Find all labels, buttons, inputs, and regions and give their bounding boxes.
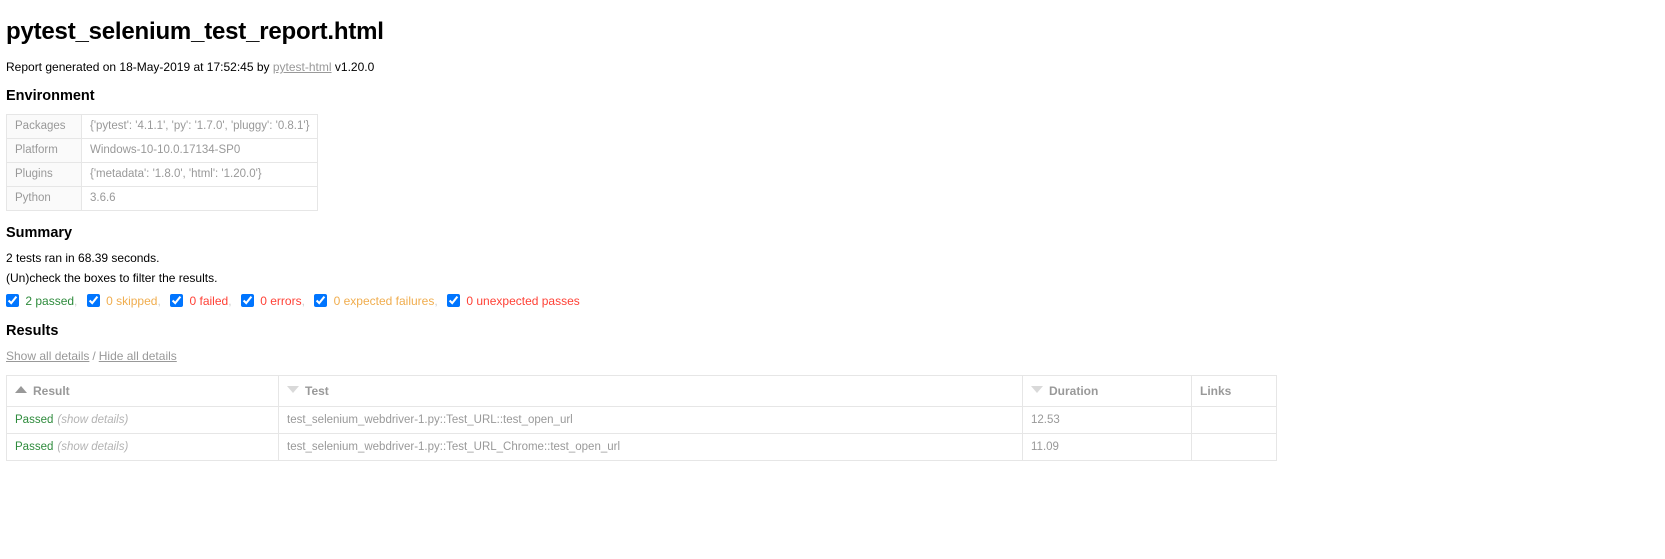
filter-skipped-checkbox[interactable] [86,294,100,307]
environment-value: {'metadata': '1.8.0', 'html': '1.20.0'} [80,162,319,187]
sort-descending-icon [287,386,299,393]
result-status: Passed [15,414,54,426]
filter-unexpected-passes-checkbox[interactable] [447,294,461,307]
results-table-body: Passed (show details) test_selenium_webdr… [6,406,1277,461]
detail-toggle-links: Show all details / Hide all details [6,349,1655,363]
result-cell: Passed (show details) [6,433,279,461]
table-row: Python 3.6.6 [6,186,319,211]
filter-separator: , [74,294,78,308]
filter-errors-checkbox[interactable] [240,294,254,307]
summary-filter-hint: (Un)check the boxes to filter the result… [6,271,218,285]
filter-expected-failures-label: 0 expected failures [333,294,435,308]
links-cell [1191,406,1277,434]
show-details-link[interactable]: (show details) [57,414,128,426]
filter-errors[interactable]: 0 errors, [240,294,308,308]
filter-passed-checkbox[interactable] [6,294,19,307]
table-row: Packages {'pytest': '4.1.1', 'py': '1.7.… [6,114,319,139]
result-status: Passed [15,441,54,453]
filter-skipped-label: 0 skipped [106,294,158,308]
sort-descending-icon [1031,386,1043,393]
generator-version: v1.20.0 [334,60,375,74]
filter-expected-failures[interactable]: 0 expected failures, [314,294,441,308]
test-name-cell: test_selenium_webdriver-1.py::Test_URL_C… [278,433,1023,461]
environment-key: Python [6,186,82,211]
report-page: pytest_selenium_test_report.html Report … [0,0,1665,461]
filter-passed-label: 2 passed [25,294,75,308]
environment-key: Platform [6,138,82,163]
detail-links-separator: / [92,349,96,363]
environment-key: Packages [6,114,82,139]
filter-errors-label: 0 errors [260,294,302,308]
table-row: Plugins {'metadata': '1.8.0', 'html': '1… [6,162,319,187]
summary-heading: Summary [6,225,73,241]
test-name-cell: test_selenium_webdriver-1.py::Test_URL::… [278,406,1023,434]
filter-separator: , [157,294,161,308]
column-header-test-label: Test [305,384,329,398]
environment-value: {'pytest': '4.1.1', 'py': '1.7.0', 'plug… [80,114,319,139]
column-header-duration[interactable]: Duration [1022,375,1192,407]
filter-failed-checkbox[interactable] [170,294,184,307]
filter-expected-failures-checkbox[interactable] [314,294,328,307]
environment-value: Windows-10-10.0.17134-SP0 [80,138,319,163]
filter-separator: , [228,294,232,308]
filter-failed[interactable]: 0 failed, [170,294,235,308]
filter-failed-label: 0 failed [189,294,229,308]
results-heading: Results [6,323,59,339]
column-header-links[interactable]: Links [1191,375,1277,407]
column-header-links-label: Links [1200,384,1232,398]
show-details-link[interactable]: (show details) [57,441,128,453]
table-row: Platform Windows-10-10.0.17134-SP0 [6,138,319,163]
environment-table: Packages {'pytest': '4.1.1', 'py': '1.7.… [6,114,319,211]
sort-ascending-icon [15,386,27,393]
column-header-result-label: Result [33,384,70,398]
hide-all-details-link[interactable]: Hide all details [99,349,177,363]
links-cell [1191,433,1277,461]
result-cell: Passed (show details) [6,406,279,434]
environment-heading: Environment [6,88,95,104]
column-header-result[interactable]: Result [6,375,279,407]
environment-key: Plugins [6,162,82,187]
pytest-html-link[interactable]: pytest-html [273,60,332,74]
page-title: pytest_selenium_test_report.html [6,18,384,45]
result-filters: 2 passed, 0 skipped, 0 failed, 0 errors,… [6,293,1655,309]
environment-table-body: Packages {'pytest': '4.1.1', 'py': '1.7.… [6,114,319,211]
filter-separator: , [301,294,305,308]
filter-skipped[interactable]: 0 skipped, [86,294,164,308]
column-header-test[interactable]: Test [278,375,1023,407]
filter-separator: , [434,294,438,308]
generated-info: Report generated on 18-May-2019 at 17:52… [6,60,1655,74]
duration-cell: 11.09 [1022,433,1192,461]
table-row[interactable]: Passed (show details) test_selenium_webdr… [6,406,1277,434]
filter-unexpected-passes[interactable]: 0 unexpected passes [447,294,580,308]
duration-cell: 12.53 [1022,406,1192,434]
filter-passed[interactable]: 2 passed, [6,294,81,308]
show-all-details-link[interactable]: Show all details [6,349,89,363]
summary-run-line: 2 tests ran in 68.39 seconds. [6,251,160,265]
filter-unexpected-passes-label: 0 unexpected passes [466,294,580,308]
results-table: Result Test Duration Links Passed (show d… [6,375,1277,461]
results-header-row: Result Test Duration Links [6,375,1277,407]
table-row[interactable]: Passed (show details) test_selenium_webdr… [6,433,1277,461]
column-header-duration-label: Duration [1049,384,1099,398]
results-table-head: Result Test Duration Links [6,375,1277,407]
environment-value: 3.6.6 [80,186,319,211]
generated-text: Report generated on 18-May-2019 at 17:52… [6,60,270,74]
